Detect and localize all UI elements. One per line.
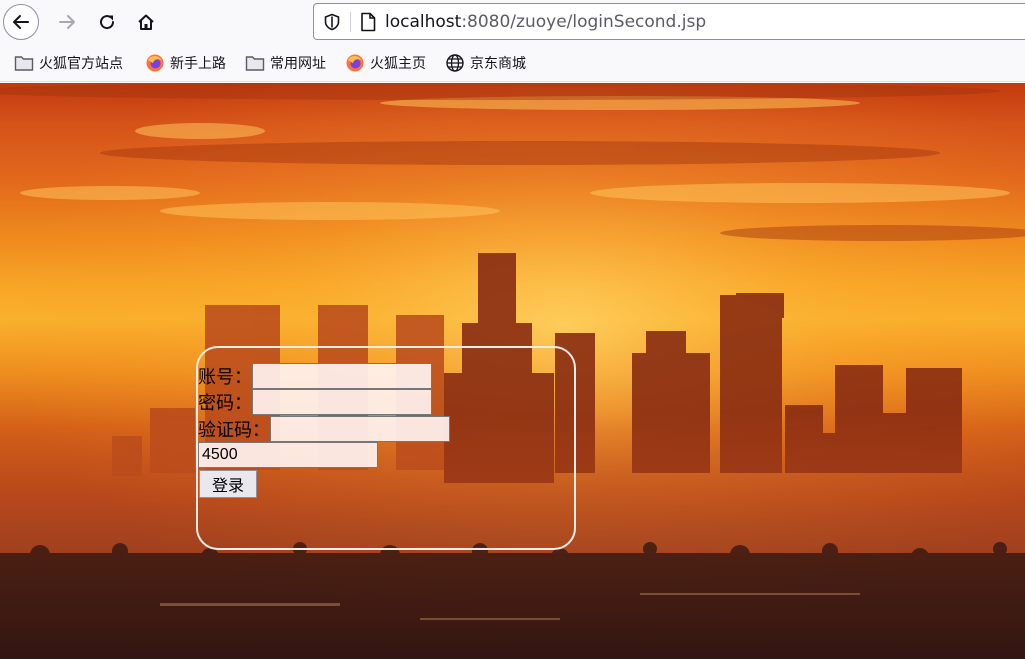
bookmark-label: 新手上路	[170, 56, 226, 72]
address-separator	[350, 12, 351, 32]
captcha-code-field[interactable]	[198, 442, 378, 468]
url-path: :8080/zuoye/loginSecond.jsp	[461, 12, 707, 32]
account-label: 账号：	[198, 367, 252, 388]
bookmark-label: 火狐官方站点	[39, 56, 123, 72]
account-row: 账号：	[198, 363, 432, 389]
home-button[interactable]	[128, 4, 164, 40]
page-content: 账号： 密码： 验证码： 登录	[0, 83, 1025, 659]
captcha-input[interactable]	[270, 416, 450, 442]
back-button[interactable]	[3, 4, 39, 40]
captcha-code-row	[198, 442, 378, 468]
captcha-row: 验证码：	[198, 416, 450, 442]
bookmark-getting-started[interactable]: 新手上路	[145, 51, 226, 75]
folder-icon	[14, 53, 34, 73]
login-form: 账号： 密码： 验证码： 登录	[196, 346, 576, 550]
bookmark-label: 京东商城	[470, 56, 526, 72]
bookmark-label: 常用网址	[270, 56, 326, 72]
shield-icon[interactable]	[323, 13, 341, 31]
globe-icon	[445, 53, 465, 73]
forward-arrow-icon	[59, 15, 75, 29]
bookmark-jd-mall[interactable]: 京东商城	[445, 51, 526, 75]
password-row: 密码：	[198, 389, 432, 415]
folder-icon	[245, 53, 265, 73]
login-button[interactable]: 登录	[199, 470, 257, 498]
bookmarks-bar: 火狐官方站点 新手上路 常用网址 火狐主页 京东商城	[0, 44, 1025, 82]
reload-icon	[100, 15, 115, 30]
bookmark-firefox-home[interactable]: 火狐主页	[345, 51, 426, 75]
firefox-icon	[345, 53, 365, 73]
forward-button[interactable]	[49, 4, 85, 40]
bookmark-firefox-official[interactable]: 火狐官方站点	[14, 51, 123, 75]
bookmark-common-sites[interactable]: 常用网址	[245, 51, 326, 75]
password-input[interactable]	[252, 389, 432, 415]
url-host: localhost	[385, 12, 462, 32]
bookmark-label: 火狐主页	[370, 56, 426, 72]
reload-button[interactable]	[89, 4, 125, 40]
browser-toolbar: localhost:8080/zuoye/loginSecond.jsp	[0, 0, 1025, 44]
account-input[interactable]	[252, 363, 432, 389]
password-label: 密码：	[198, 393, 252, 414]
url-text[interactable]: localhost:8080/zuoye/loginSecond.jsp	[385, 12, 706, 32]
back-arrow-icon	[13, 15, 29, 29]
page-icon[interactable]	[359, 12, 377, 32]
firefox-icon	[145, 53, 165, 73]
home-icon	[138, 14, 154, 30]
address-bar[interactable]: localhost:8080/zuoye/loginSecond.jsp	[313, 3, 1025, 40]
captcha-label: 验证码：	[198, 420, 270, 441]
